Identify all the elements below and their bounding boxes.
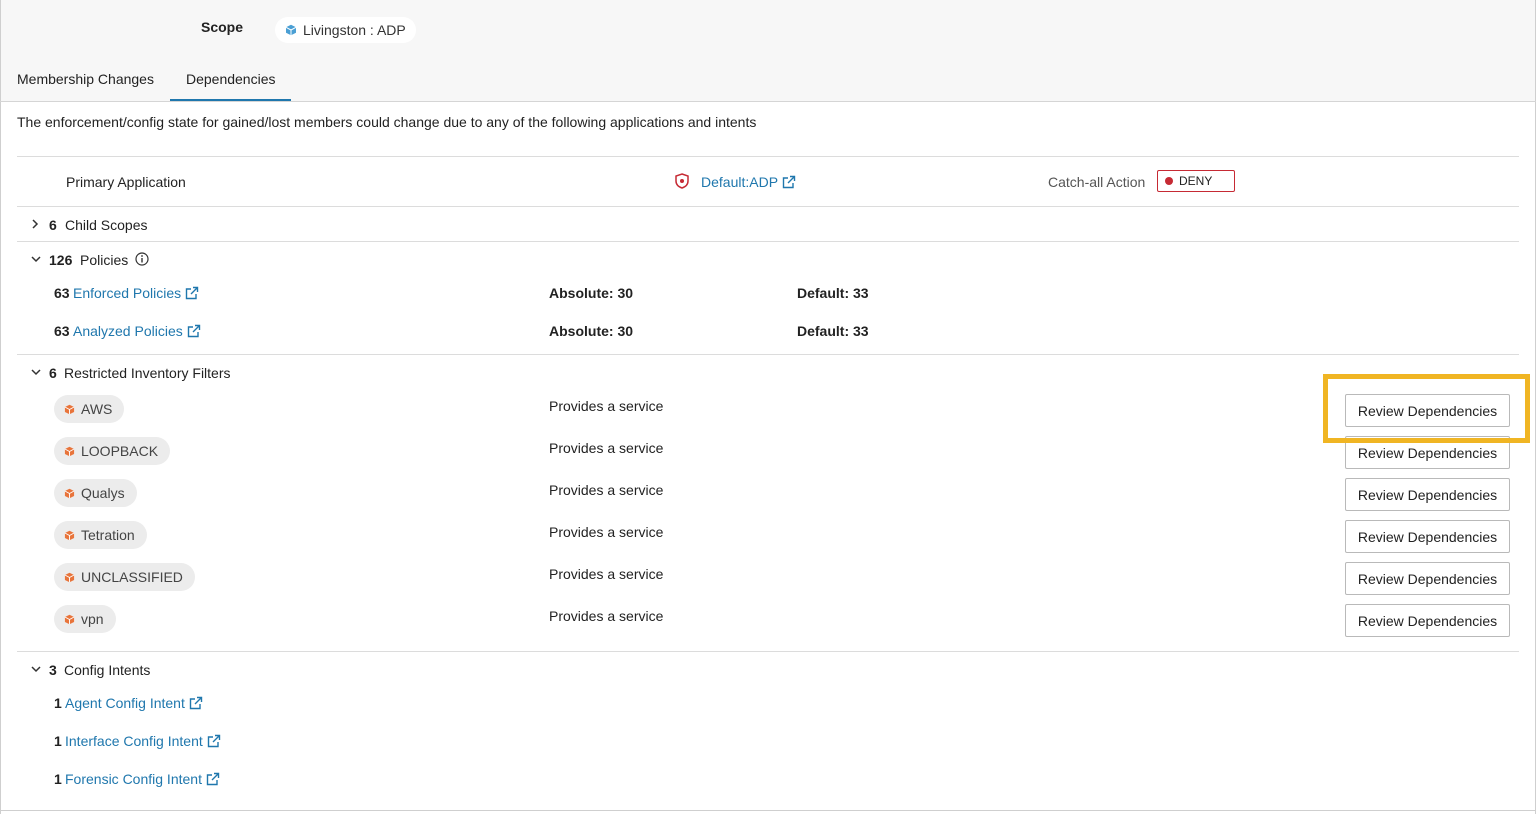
info-icon[interactable] (135, 252, 149, 266)
filter-name: AWS (81, 401, 113, 417)
analyzed-policies-link-text: Analyzed Policies (73, 323, 183, 339)
analyzed-policies-link[interactable]: Analyzed Policies (73, 323, 201, 339)
analyzed-default: Default: 33 (797, 323, 869, 339)
review-dependencies-button[interactable]: Review Dependencies (1345, 478, 1510, 511)
primary-application-link-text: Default:ADP (701, 174, 779, 190)
chevron-down-icon[interactable] (30, 366, 42, 378)
filter-relation: Provides a service (549, 440, 664, 456)
agent-config-intent-text: Agent Config Intent (65, 695, 185, 711)
child-scopes-label[interactable]: Child Scopes (65, 217, 148, 233)
chevron-down-icon[interactable] (30, 663, 42, 675)
filter-name: Qualys (81, 485, 125, 501)
interface-config-intent-link[interactable]: Interface Config Intent (65, 733, 221, 749)
review-dependencies-button[interactable]: Review Dependencies (1345, 604, 1510, 637)
scope-label: Scope (201, 19, 244, 35)
divider (17, 156, 1519, 157)
analyzed-policies-count: 63 (54, 323, 70, 339)
enforced-policies-link-text: Enforced Policies (73, 285, 182, 301)
external-link-icon (185, 286, 199, 300)
forensic-config-intent-text: Forensic Config Intent (65, 771, 202, 787)
agent-config-intent-link[interactable]: Agent Config Intent (65, 695, 203, 711)
external-link-icon (189, 696, 203, 710)
review-dependencies-button[interactable]: Review Dependencies (1345, 394, 1510, 427)
filter-name: UNCLASSIFIED (81, 569, 183, 585)
cube-icon (64, 572, 75, 582)
filter-relation: Provides a service (549, 566, 664, 582)
external-link-icon (187, 324, 200, 338)
chevron-down-icon[interactable] (30, 253, 42, 265)
analyzed-absolute: Absolute: 30 (549, 323, 634, 339)
tab-dependencies[interactable]: Dependencies (169, 62, 292, 102)
review-dependencies-button[interactable]: Review Dependencies (1345, 436, 1510, 469)
cube-icon (285, 24, 297, 36)
primary-application-label: Primary Application (66, 174, 186, 190)
filter-relation: Provides a service (549, 524, 664, 540)
interface-config-intent-text: Interface Config Intent (65, 733, 203, 749)
enforced-policies-link[interactable]: Enforced Policies (73, 285, 199, 301)
filter-chip[interactable]: AWS (54, 395, 125, 423)
divider (17, 241, 1519, 242)
filter-relation: Provides a service (549, 608, 664, 624)
filters-count: 6 (49, 365, 57, 381)
forensic-intent-count: 1 (54, 771, 62, 787)
filter-chip[interactable]: Tetration (54, 521, 147, 549)
policies-label[interactable]: Policies (80, 252, 128, 268)
cube-icon (64, 614, 75, 624)
enforced-default: Default: 33 (797, 285, 869, 301)
divider (17, 206, 1519, 207)
config-intents-label[interactable]: Config Intents (64, 662, 150, 678)
tab-membership-changes[interactable]: Membership Changes (1, 62, 170, 102)
deny-text: DENY (1179, 174, 1213, 188)
divider (17, 354, 1519, 355)
filter-chip[interactable]: Qualys (54, 479, 137, 507)
filter-name: Tetration (81, 527, 135, 543)
review-dependencies-button[interactable]: Review Dependencies (1345, 562, 1510, 595)
filter-name: vpn (81, 611, 104, 627)
config-intents-count: 3 (49, 662, 57, 678)
catch-all-deny-badge: DENY (1157, 170, 1235, 192)
primary-application-link[interactable]: Default:ADP (701, 174, 796, 190)
cube-icon (64, 404, 75, 414)
scope-value: Livingston : ADP (303, 22, 406, 38)
interface-intent-count: 1 (54, 733, 62, 749)
external-link-icon (782, 175, 796, 189)
external-link-icon (207, 734, 220, 748)
filter-chip[interactable]: LOOPBACK (54, 437, 171, 465)
scope-header: Scope Livingston : ADP Membership Change… (0, 0, 1536, 102)
cube-icon (64, 488, 75, 498)
scope-chip[interactable]: Livingston : ADP (275, 17, 416, 43)
review-dependencies-button[interactable]: Review Dependencies (1345, 520, 1510, 553)
enforced-absolute: Absolute: 30 (549, 285, 634, 301)
cube-icon (64, 530, 75, 540)
child-scopes-count: 6 (49, 217, 57, 233)
tab-bar: Membership Changes Dependencies (1, 62, 292, 102)
chevron-right-icon[interactable] (29, 218, 41, 230)
filter-name: LOOPBACK (81, 443, 159, 459)
dependencies-description: The enforcement/config state for gained/… (17, 114, 757, 130)
filter-chip[interactable]: vpn (54, 605, 116, 633)
policies-count: 126 (49, 252, 73, 268)
content-frame (0, 102, 1536, 814)
filter-chip[interactable]: UNCLASSIFIED (54, 563, 195, 591)
agent-intent-count: 1 (54, 695, 62, 711)
deny-dot (1165, 177, 1173, 185)
divider (17, 651, 1519, 652)
external-link-icon (206, 772, 220, 786)
enforced-policies-count: 63 (54, 285, 70, 301)
filters-label[interactable]: Restricted Inventory Filters (64, 365, 231, 381)
filter-relation: Provides a service (549, 398, 664, 414)
cube-icon (64, 446, 75, 456)
bottom-border (0, 810, 1536, 811)
catch-all-label: Catch-all Action (1048, 174, 1146, 190)
shield-icon (675, 173, 689, 189)
filter-relation: Provides a service (549, 482, 664, 498)
forensic-config-intent-link[interactable]: Forensic Config Intent (65, 771, 220, 787)
